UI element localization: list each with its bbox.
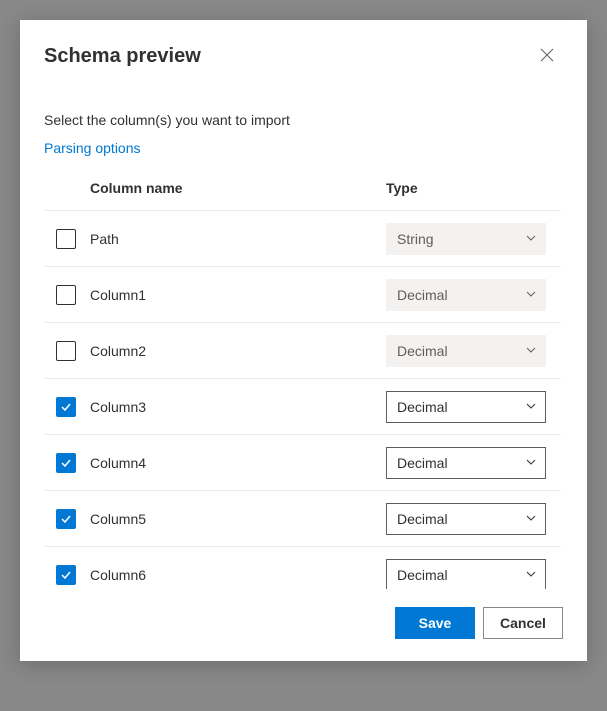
header-type: Type: [386, 180, 561, 196]
type-select: String: [386, 223, 546, 255]
table-scroll-region: Column name Type Path String Column1 Decima…: [20, 166, 579, 589]
type-cell: Decimal: [386, 279, 561, 311]
table-row: Column2 Decimal: [44, 323, 561, 379]
column-name-cell: Column2: [90, 343, 386, 359]
table-row: Column1 Decimal: [44, 267, 561, 323]
table-row: Path String: [44, 211, 561, 267]
type-cell: Decimal: [386, 391, 561, 423]
row-checkbox[interactable]: [56, 397, 76, 417]
table-header-row: Column name Type: [44, 166, 561, 211]
checkbox-cell: [44, 285, 90, 305]
column-name-cell: Column6: [90, 567, 386, 583]
schema-preview-dialog: Schema preview Select the column(s) you …: [20, 20, 587, 661]
type-select-value: Decimal: [397, 567, 448, 583]
checkbox-cell: [44, 565, 90, 585]
table-row: Column3 Decimal: [44, 379, 561, 435]
checkbox-cell: [44, 509, 90, 529]
header-column-name: Column name: [90, 180, 386, 196]
save-button[interactable]: Save: [395, 607, 475, 639]
column-name-cell: Column4: [90, 455, 386, 471]
chevron-down-icon: [525, 399, 537, 415]
type-select[interactable]: Decimal: [386, 503, 546, 535]
chevron-down-icon: [525, 287, 537, 303]
checkbox-cell: [44, 453, 90, 473]
parsing-options-link[interactable]: Parsing options: [20, 128, 587, 156]
table-row: Column6 Decimal: [44, 547, 561, 589]
checkbox-cell: [44, 341, 90, 361]
chevron-down-icon: [525, 511, 537, 527]
type-select-value: String: [397, 231, 434, 247]
type-select-value: Decimal: [397, 343, 448, 359]
type-select[interactable]: Decimal: [386, 391, 546, 423]
checkbox-cell: [44, 397, 90, 417]
type-cell: Decimal: [386, 335, 561, 367]
row-checkbox[interactable]: [56, 229, 76, 249]
type-select-value: Decimal: [397, 399, 448, 415]
dialog-footer: Save Cancel: [20, 589, 587, 661]
chevron-down-icon: [525, 343, 537, 359]
column-name-cell: Path: [90, 231, 386, 247]
type-select-value: Decimal: [397, 287, 448, 303]
type-cell: Decimal: [386, 447, 561, 479]
checkbox-cell: [44, 229, 90, 249]
row-checkbox[interactable]: [56, 285, 76, 305]
column-name-cell: Column5: [90, 511, 386, 527]
column-name-cell: Column1: [90, 287, 386, 303]
type-select: Decimal: [386, 279, 546, 311]
type-cell: String: [386, 223, 561, 255]
column-table[interactable]: Column name Type Path String Column1 Decima…: [44, 166, 561, 589]
chevron-down-icon: [525, 455, 537, 471]
type-cell: Decimal: [386, 503, 561, 535]
type-select[interactable]: Decimal: [386, 559, 546, 590]
table-row: Column4 Decimal: [44, 435, 561, 491]
close-icon: [540, 48, 554, 65]
type-select[interactable]: Decimal: [386, 447, 546, 479]
chevron-down-icon: [525, 231, 537, 247]
type-select: Decimal: [386, 335, 546, 367]
chevron-down-icon: [525, 567, 537, 583]
dialog-header: Schema preview: [20, 20, 587, 72]
cancel-button[interactable]: Cancel: [483, 607, 563, 639]
dialog-subtitle: Select the column(s) you want to import: [20, 72, 587, 128]
type-select-value: Decimal: [397, 511, 448, 527]
row-checkbox[interactable]: [56, 453, 76, 473]
row-checkbox[interactable]: [56, 341, 76, 361]
type-select-value: Decimal: [397, 455, 448, 471]
row-checkbox[interactable]: [56, 565, 76, 585]
table-row: Column5 Decimal: [44, 491, 561, 547]
row-checkbox[interactable]: [56, 509, 76, 529]
close-button[interactable]: [531, 40, 563, 72]
column-name-cell: Column3: [90, 399, 386, 415]
dialog-title: Schema preview: [44, 45, 201, 68]
type-cell: Decimal: [386, 559, 561, 590]
